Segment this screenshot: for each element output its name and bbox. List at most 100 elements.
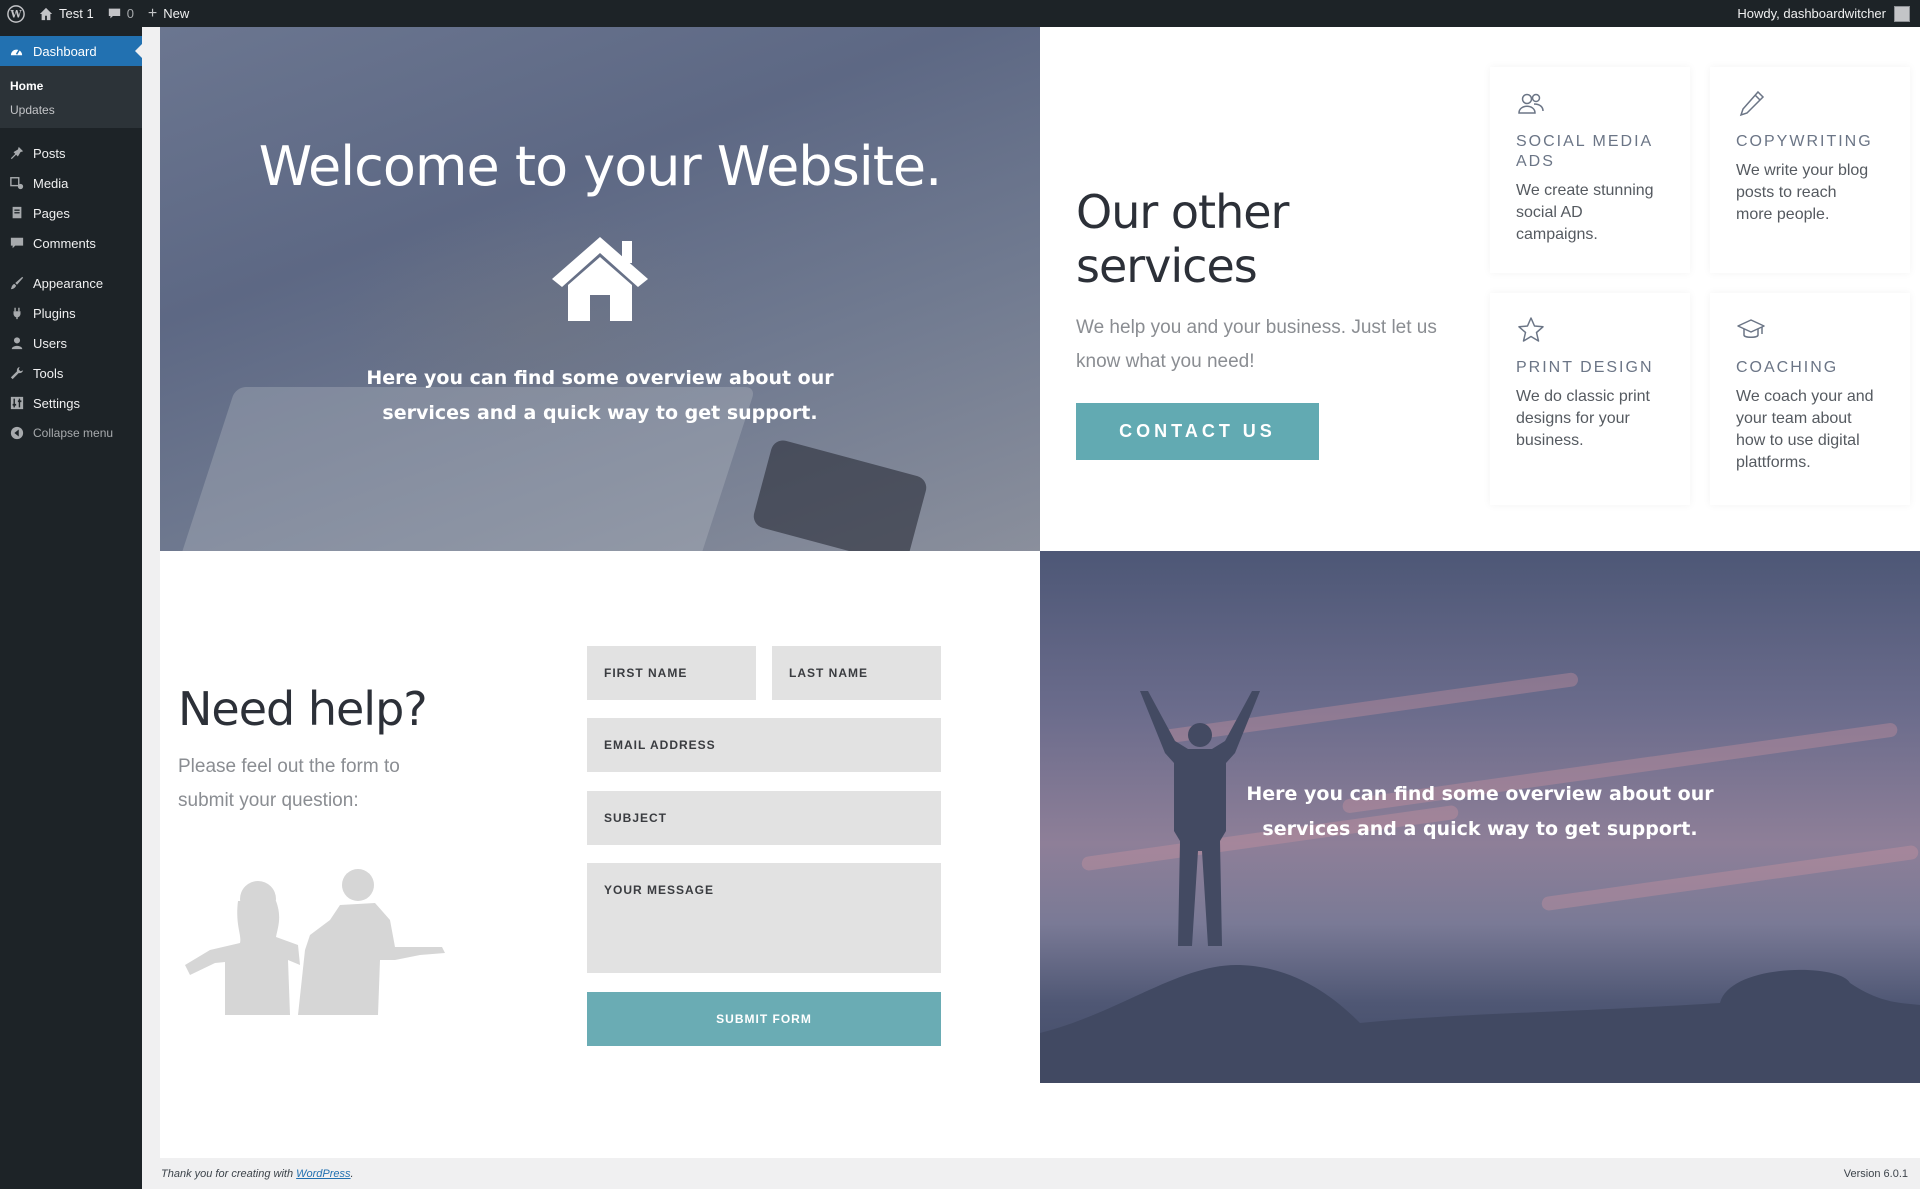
services-section: Our other services We help you and your … — [1076, 185, 1476, 460]
sidebar-item-dashboard[interactable]: Dashboard — [0, 36, 142, 66]
support-text: Here you can find some overview about ou… — [1040, 777, 1920, 847]
hero-text-line: services and a quick way to get support. — [382, 402, 818, 424]
card-text-line: We coach your and — [1736, 388, 1874, 405]
sidebar-item-label: Pages — [33, 205, 70, 221]
submenu-item-updates[interactable]: Updates — [0, 98, 142, 122]
dashboard-icon — [9, 44, 24, 59]
subject-field[interactable]: SUBJECT — [587, 791, 941, 845]
card-title-line: PRINT DESIGN — [1516, 359, 1654, 376]
sidebar-item-settings[interactable]: Settings — [0, 388, 142, 418]
email-field[interactable]: EMAIL ADDRESS — [587, 718, 941, 772]
card-title-line: ADS — [1516, 153, 1555, 170]
card-title-line: COACHING — [1736, 359, 1839, 376]
footer-thanks-text: Thank you for creating with — [161, 1167, 294, 1180]
collapse-menu-button[interactable]: Collapse menu — [0, 418, 142, 448]
service-card-copywriting[interactable]: COPYWRITING We write your blog posts to r… — [1710, 67, 1910, 273]
wordpress-logo-icon[interactable]: W — [0, 0, 32, 27]
services-text-line: know what you need! — [1076, 351, 1255, 372]
card-text-line: designs for your — [1516, 410, 1630, 427]
new-content-link[interactable]: + New — [141, 0, 196, 27]
people-silhouette-image — [185, 869, 445, 1015]
card-title: SOCIAL MEDIA ADS — [1516, 132, 1664, 172]
sidebar-item-plugins[interactable]: Plugins — [0, 298, 142, 328]
users-icon — [9, 336, 24, 351]
card-text-line: more people. — [1736, 206, 1830, 223]
help-title: Need help? — [178, 682, 428, 736]
sidebar-item-comments[interactable]: Comments — [0, 228, 142, 258]
sidebar-item-label: Plugins — [33, 305, 76, 321]
phone-image — [751, 437, 929, 551]
plugin-icon — [9, 306, 24, 321]
admin-footer: Thank you for creating with WordPress. V… — [160, 1158, 1920, 1189]
card-text-line: social AD — [1516, 204, 1583, 221]
card-text-line: campaigns. — [1516, 226, 1598, 243]
service-card-coaching[interactable]: COACHING We coach your and your team abou… — [1710, 293, 1910, 505]
admin-sidebar: Dashboard Home Updates Posts Media Pages… — [0, 27, 142, 1189]
pencil-icon — [1739, 90, 1765, 117]
sidebar-item-users[interactable]: Users — [0, 328, 142, 358]
services-text-line: We help you and your business. Just let … — [1076, 317, 1437, 338]
welcome-title: Welcome to your Website. — [258, 135, 943, 198]
card-text-line: plattforms. — [1736, 454, 1811, 471]
sidebar-item-posts[interactable]: Posts — [0, 138, 142, 168]
wordpress-link[interactable]: WordPress — [296, 1168, 350, 1180]
card-text: We coach your and your team about how to u… — [1736, 386, 1884, 474]
service-card-print-design[interactable]: PRINT DESIGN We do classic print designs … — [1490, 293, 1690, 505]
services-title: Our other services — [1076, 185, 1289, 293]
my-account-link[interactable]: Howdy, dashboardwitcher — [1730, 0, 1920, 27]
media-icon — [9, 176, 24, 191]
sidebar-item-label: Posts — [33, 145, 66, 161]
site-name-link[interactable]: Test 1 — [32, 0, 101, 27]
welcome-hero: Welcome to your Website. Here you can fi… — [160, 27, 1040, 551]
version-text: Version 6.0.1 — [1843, 1167, 1908, 1180]
sidebar-item-tools[interactable]: Tools — [0, 358, 142, 388]
comment-icon — [108, 8, 120, 19]
need-help-section: Need help? Please feel out the form to s… — [178, 682, 478, 818]
card-text-line: We write your blog — [1736, 162, 1869, 179]
sidebar-item-label: Comments — [33, 235, 96, 251]
sidebar-item-media[interactable]: Media — [0, 168, 142, 198]
dashboard-submenu: Home Updates — [0, 66, 142, 128]
first-name-field[interactable]: FIRST NAME — [587, 646, 756, 700]
brush-icon — [9, 276, 24, 291]
submit-form-button[interactable]: SUBMIT FORM — [587, 992, 941, 1046]
support-text-line: services and a quick way to get support. — [1262, 818, 1698, 840]
avatar — [1894, 5, 1910, 22]
svg-text:W: W — [9, 9, 22, 20]
sidebar-item-label: Users — [33, 335, 67, 351]
sidebar-item-label: Tools — [33, 365, 64, 381]
cloud-streak — [1540, 844, 1920, 912]
card-title: PRINT DESIGN — [1516, 358, 1664, 378]
help-text: Please feel out the form to submit your … — [178, 750, 478, 818]
service-card-social-media-ads[interactable]: SOCIAL MEDIA ADS We create stunning social… — [1490, 67, 1690, 273]
sidebar-item-appearance[interactable]: Appearance — [0, 268, 142, 298]
collapse-icon — [9, 426, 24, 441]
sidebar-item-label: Settings — [33, 395, 80, 411]
card-title-line: SOCIAL MEDIA — [1516, 133, 1654, 150]
submenu-item-home[interactable]: Home — [0, 74, 142, 98]
sidebar-item-pages[interactable]: Pages — [0, 198, 142, 228]
footer-thanks: Thank you for creating with WordPress. — [161, 1167, 354, 1180]
contact-us-button[interactable]: CONTACT US — [1076, 403, 1319, 460]
settings-icon — [9, 396, 24, 411]
collapse-label: Collapse menu — [33, 426, 114, 440]
last-name-field[interactable]: LAST NAME — [772, 646, 941, 700]
card-text-line: posts to reach — [1736, 184, 1837, 201]
site-name: Test 1 — [59, 6, 94, 21]
sidebar-item-label: Media — [33, 175, 69, 191]
house-icon — [552, 237, 648, 321]
hero-text-line: Here you can find some overview about ou… — [366, 367, 834, 389]
pages-icon — [9, 206, 24, 221]
message-field[interactable]: YOUR MESSAGE — [587, 863, 941, 973]
comments-link[interactable]: 0 — [101, 0, 141, 27]
users-icon — [1518, 93, 1544, 114]
support-banner: Here you can find some overview about ou… — [1040, 551, 1920, 1083]
howdy-text: Howdy, dashboardwitcher — [1737, 6, 1886, 21]
card-text-line: business. — [1516, 432, 1584, 449]
card-text-line: We do classic print — [1516, 388, 1650, 405]
wrench-icon — [9, 366, 24, 381]
pin-icon — [9, 146, 24, 161]
graduation-cap-icon — [1737, 319, 1765, 338]
admin-bar: W Test 1 0 + New Howdy, dashboardwitcher — [0, 0, 1920, 27]
card-title: COACHING — [1736, 358, 1884, 378]
